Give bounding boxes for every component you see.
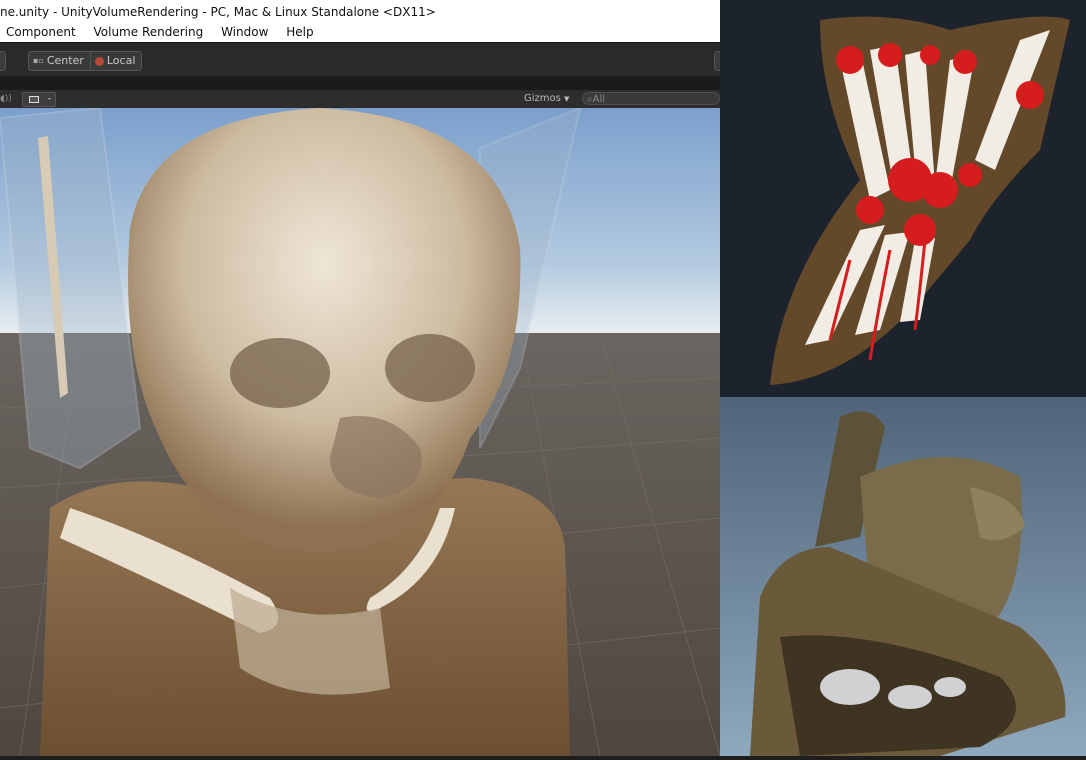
local-button[interactable]: Local — [89, 52, 142, 70]
menu-bar: Component Volume Rendering Window Help — [0, 22, 720, 42]
window-title: ne.unity - UnityVolumeRendering - PC, Ma… — [0, 0, 720, 24]
audio-icon[interactable]: ◖)) — [0, 92, 14, 106]
hand-vessels-render — [770, 16, 1070, 386]
gizmos-dropdown[interactable]: Gizmos ▼ — [524, 93, 569, 105]
pivot-toggle-group: ▪▫ Center Local — [28, 51, 143, 71]
menu-item-component[interactable]: Component — [6, 22, 76, 42]
skull-volume-render — [0, 106, 720, 756]
scene-tab-strip — [0, 76, 720, 90]
image-icon — [29, 96, 51, 103]
torso-cutaway-render — [720, 397, 1086, 756]
chevron-down-icon: ▼ — [564, 95, 570, 103]
pivot-icon: ▪▫ — [33, 56, 44, 65]
toolbar: ▪▫ Center Local — [0, 42, 720, 77]
scene-view-toolbar: ◖)) Gizmos ▼ ⌕All — [0, 90, 720, 109]
local-label: Local — [106, 54, 136, 67]
menu-item-help[interactable]: Help — [286, 22, 313, 42]
menu-item-volume-rendering[interactable]: Volume Rendering — [94, 22, 204, 42]
effects-dropdown[interactable] — [22, 92, 56, 107]
unity-editor: ne.unity - UnityVolumeRendering - PC, Ma… — [0, 0, 720, 756]
center-label: Center — [46, 54, 84, 67]
center-button[interactable]: ▪▫ Center — [29, 52, 90, 70]
scene-viewport[interactable] — [0, 106, 720, 756]
render-examples-panel — [720, 0, 1086, 756]
tool-button[interactable] — [0, 51, 6, 71]
menu-item-window[interactable]: Window — [221, 22, 268, 42]
globe-icon — [94, 56, 104, 66]
gizmos-label: Gizmos — [524, 93, 561, 104]
torso-cutaway-view — [720, 397, 1086, 756]
scene-search-input[interactable]: ⌕All — [582, 92, 720, 105]
hand-render-view — [720, 0, 1086, 397]
search-placeholder: All — [592, 94, 606, 105]
